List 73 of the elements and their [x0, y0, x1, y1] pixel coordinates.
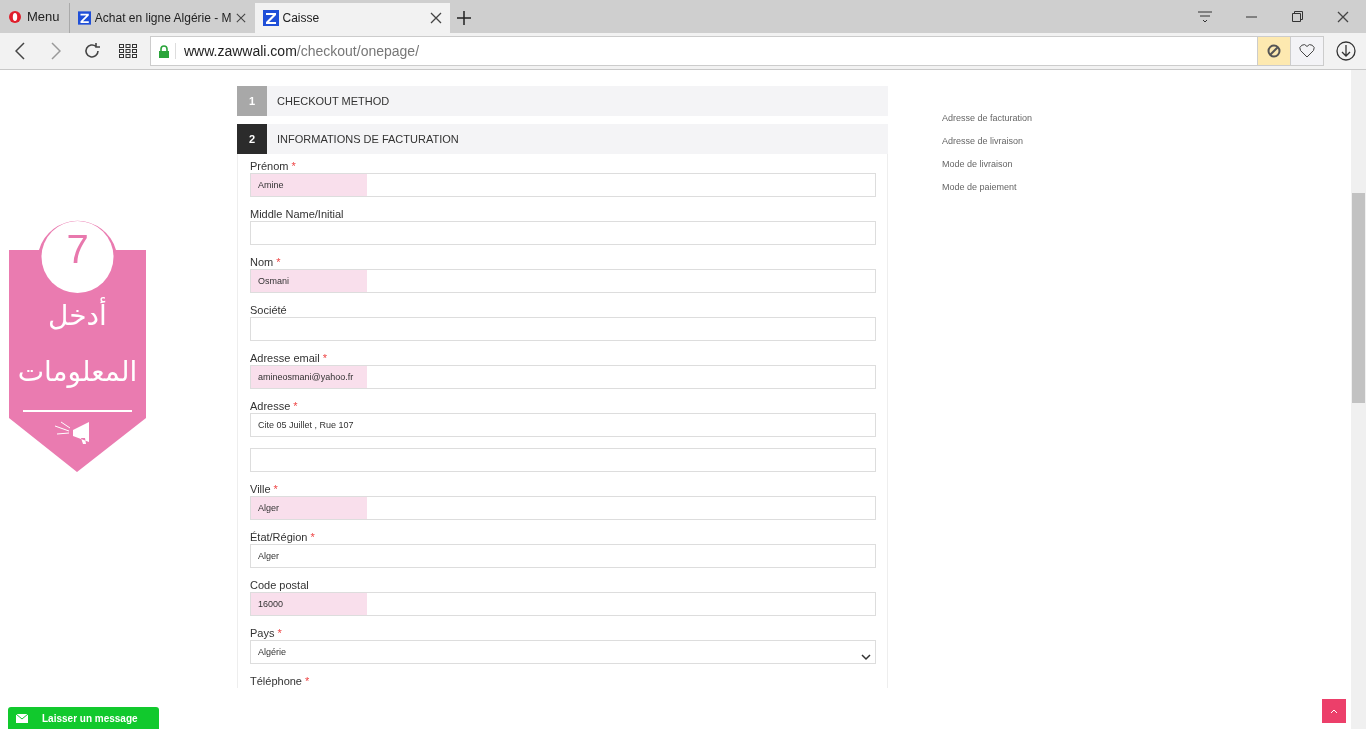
checkout-step[interactable]: 1 CHECKOUT METHOD [237, 86, 888, 116]
address-bar[interactable]: www.zawwali.com/checkout/onepage/ [150, 36, 1324, 66]
field-label: Pays [250, 627, 275, 640]
step-number: 7 [65, 226, 90, 273]
reload-icon[interactable] [83, 42, 101, 60]
input-field[interactable]: Alger [250, 544, 876, 568]
progress-link[interactable]: Mode de livraison [942, 159, 1033, 172]
banner-text: المعلومات [16, 354, 139, 390]
field-label: Ville [250, 483, 271, 496]
site-logo-icon [77, 10, 91, 26]
step-title: CHECKOUT METHOD [277, 95, 390, 107]
input-field[interactable]: 16000 [250, 592, 876, 616]
restore-icon[interactable] [1291, 11, 1303, 22]
required-mark: * [293, 400, 298, 413]
progress-link[interactable]: Mode de paiement [942, 182, 1033, 195]
chevron-up-icon [1330, 708, 1338, 714]
field-label: Adresse [250, 400, 291, 413]
new-tab-icon[interactable] [456, 11, 471, 25]
minimize-icon[interactable] [1245, 15, 1257, 18]
checkout-step[interactable]: 2 INFORMATIONS DE FACTURATION [237, 124, 888, 154]
field-label: Téléphone [250, 675, 302, 688]
step-title: INFORMATIONS DE FACTURATION [277, 133, 459, 145]
chevron-down-icon [861, 654, 871, 661]
browser-logo-icon [8, 9, 22, 24]
input-field[interactable]: Osmani [250, 269, 876, 293]
input-field[interactable]: Amine [250, 173, 876, 197]
back-icon[interactable] [15, 42, 25, 60]
mail-icon [16, 713, 28, 723]
step-number: 2 [237, 124, 267, 154]
close-icon[interactable] [429, 12, 442, 24]
scrollbar[interactable] [1351, 70, 1366, 729]
heart-icon [1299, 44, 1315, 58]
field-label: Code postal [250, 579, 309, 592]
select-field[interactable]: Algérie [250, 640, 876, 664]
window-close-icon[interactable] [1337, 10, 1349, 23]
bookmark-button[interactable] [1290, 37, 1323, 65]
input-field[interactable] [250, 317, 876, 341]
required-mark: * [276, 256, 281, 269]
required-mark: * [322, 352, 327, 365]
progress-link[interactable]: Adresse de livraison [942, 136, 1033, 149]
tab-title: Caisse [282, 11, 321, 25]
browser-tab[interactable]: Caisse [254, 3, 450, 33]
required-mark: * [310, 531, 315, 544]
required-mark: * [277, 627, 282, 640]
input-field[interactable] [250, 221, 876, 245]
download-icon[interactable] [1336, 41, 1356, 61]
field-label: Middle Name/Initial [250, 208, 344, 221]
required-mark: * [273, 483, 278, 496]
url-text: www.zawwali.com/checkout/onepage/ [175, 43, 420, 59]
forward-icon[interactable] [51, 42, 61, 60]
site-logo-icon [262, 10, 279, 26]
lock-icon [159, 44, 169, 58]
block-icon [1267, 44, 1281, 58]
tab-title: Achat en ligne Algérie - M [94, 11, 232, 25]
input-field[interactable]: amineosmani@yahoo.fr [250, 365, 876, 389]
speed-dial-icon[interactable] [119, 44, 137, 58]
browser-menu-button[interactable]: Menu [0, 0, 68, 33]
field-label: Prénom [250, 160, 289, 173]
required-mark: * [305, 675, 310, 688]
tab-menu-icon[interactable] [1198, 10, 1212, 23]
input-field[interactable]: Alger [250, 496, 876, 520]
close-icon[interactable] [235, 12, 246, 24]
ad-block-button[interactable] [1257, 37, 1290, 65]
banner-text: أدخل [47, 296, 108, 334]
step-number: 1 [237, 86, 267, 116]
progress-link[interactable]: Adresse de facturation [942, 113, 1033, 126]
field-label: Nom [250, 256, 274, 269]
field-label: Adresse email [250, 352, 320, 365]
required-mark: * [291, 160, 296, 173]
field-label: État/Région [250, 531, 308, 544]
input-field[interactable] [250, 448, 876, 472]
input-field[interactable]: Cite 05 Juillet , Rue 107 [250, 413, 876, 437]
field-label: Société [250, 304, 287, 317]
